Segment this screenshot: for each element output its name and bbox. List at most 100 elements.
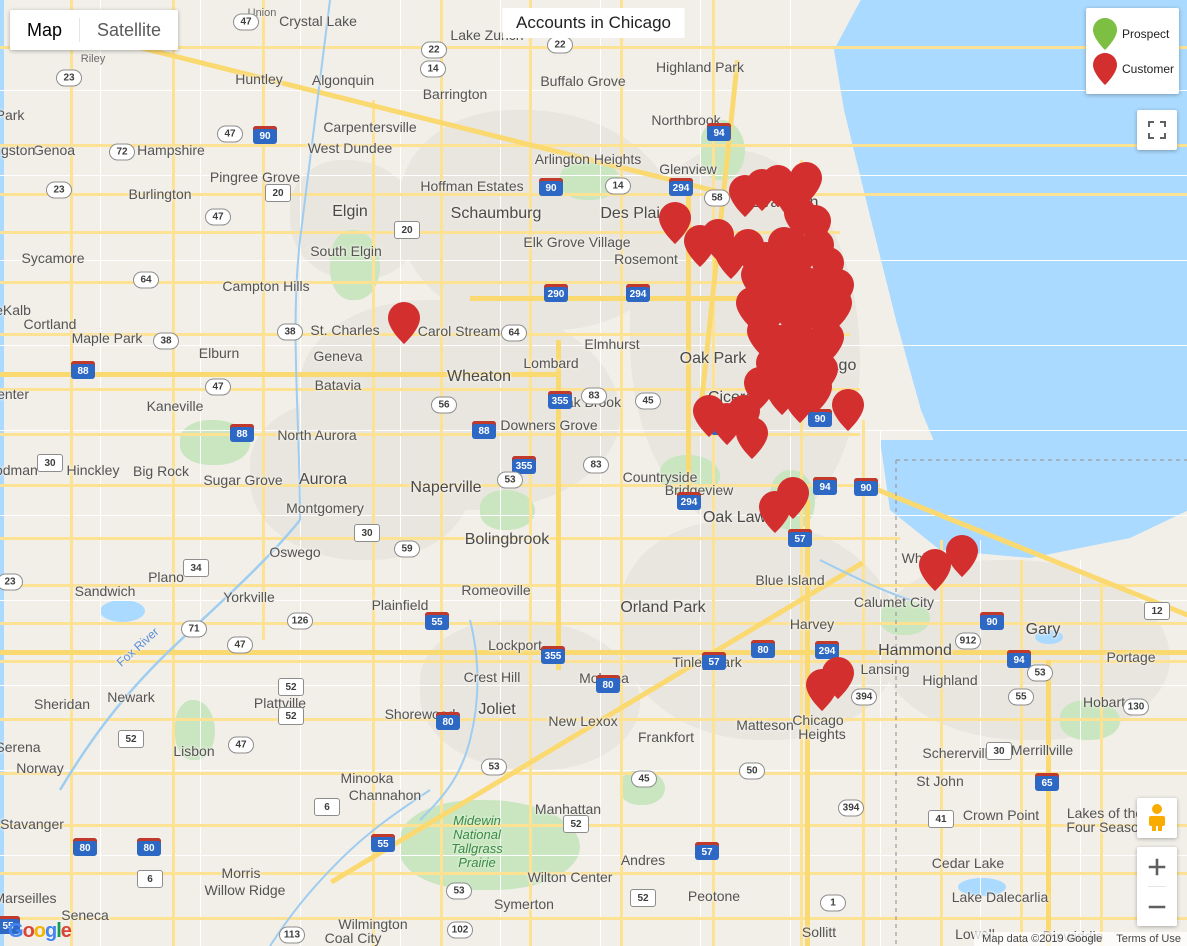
highway-shield-icon: 59 [394,540,420,558]
highway-shield-icon: 94 [1007,650,1031,668]
highway-shield-icon: 47 [228,736,254,754]
highway-shield-icon: 53 [497,471,523,489]
highway-shield-icon: 294 [677,492,701,510]
highway-shield-icon: 394 [838,799,864,817]
highway-shield-icon: 22 [547,36,573,54]
legend-item-prospect: Prospect [1092,16,1169,51]
attribution-bar: Map data ©2019 Google Terms of Use [974,932,1187,946]
highway-shield-icon: 47 [217,125,243,143]
account-marker-customer[interactable] [821,656,855,700]
plus-icon [1148,858,1166,875]
highway-shield-icon: 38 [277,323,303,341]
account-marker-customer[interactable] [387,301,421,345]
pegman-icon [1149,804,1165,831]
highway-shield-icon: 6 [314,798,340,816]
highway-shield-icon: 55 [371,834,395,852]
highway-shield-icon: 30 [986,742,1012,760]
highway-shield-icon: 57 [695,842,719,860]
highway-shield-icon: 90 [854,478,878,496]
google-map[interactable]: Crystal LakeLake ZurichVernon HillsHighl… [0,0,1187,946]
highway-shield-icon: 130 [1123,698,1149,716]
highway-shield-icon: 45 [631,770,657,788]
map-type-control[interactable]: Map Satellite [10,10,179,50]
highway-shield-icon: 47 [205,208,231,226]
highway-shield-icon: 65 [1035,773,1059,791]
map-pin-icon [777,477,809,519]
highway-shield-icon: 1 [820,894,846,912]
highway-shield-icon: 88 [472,421,496,439]
map-pin-icon [822,657,854,699]
highway-shield-icon: 55 [1008,688,1034,706]
highway-shield-icon: 912 [955,632,981,650]
logo-letter-g2: g [45,920,57,942]
highway-shield-icon: 50 [739,762,765,780]
highway-shield-icon: 56 [431,396,457,414]
highway-shield-icon: 22 [421,41,447,59]
map-canvas[interactable]: Crystal LakeLake ZurichVernon HillsHighl… [0,0,1187,946]
highway-shield-icon: 58 [704,189,730,207]
zoom-control[interactable] [1137,847,1177,926]
logo-letter-g: G [8,920,24,942]
fullscreen-button[interactable] [1137,110,1177,150]
highway-shield-icon: 71 [181,620,207,638]
legend-label-prospect: Prospect [1122,26,1170,41]
highway-shield-icon: 80 [596,675,620,693]
highway-shield-icon: 80 [73,838,97,856]
highway-shield-icon: 47 [227,636,253,654]
highway-shield-icon: 90 [980,612,1004,630]
highway-shield-icon: 53 [1027,664,1053,682]
zoom-out-button[interactable] [1137,887,1177,926]
highway-shield-icon: 20 [394,221,420,239]
account-marker-customer[interactable] [785,338,819,382]
map-pin-icon [786,339,818,381]
highway-shield-icon: 94 [707,123,731,141]
map-type-button-map[interactable]: Map [10,10,80,50]
highway-shield-icon: 6 [137,870,163,888]
map-pin-icon [1092,52,1118,86]
highway-shield-icon: 80 [436,712,460,730]
map-legend: Prospect Customer [1086,8,1179,94]
highway-shield-icon: 52 [630,889,656,907]
highway-shield-icon: 14 [605,177,631,195]
fullscreen-icon [1148,121,1166,139]
google-logo: Google [8,920,72,942]
highway-shield-icon: 83 [581,387,607,405]
logo-letter-o2: o [33,920,46,942]
account-marker-customer[interactable] [945,534,979,578]
map-data-attribution: Map data ©2019 Google [982,933,1103,945]
highway-shield-icon: 52 [118,730,144,748]
highway-shield-icon: 88 [71,361,95,379]
highway-shield-icon: 52 [278,707,304,725]
map-pin-icon [388,302,420,344]
highway-shield-icon: 126 [287,612,313,630]
pegman-button[interactable] [1137,798,1177,838]
legend-item-customer: Customer [1092,51,1174,86]
highway-shield-icon: 52 [563,815,589,833]
highway-shield-icon: 113 [279,926,305,944]
account-marker-customer[interactable] [831,388,865,432]
highway-shield-icon: 88 [230,424,254,442]
legend-label-customer: Customer [1122,61,1175,76]
highway-shield-icon: 64 [133,271,159,289]
highway-shield-icon: 45 [635,392,661,410]
map-pin-icon [946,535,978,577]
highway-shield-icon: 294 [669,178,693,196]
highway-shield-icon: 80 [751,640,775,658]
highway-shield-icon: 30 [354,524,380,542]
account-marker-customer[interactable] [776,476,810,520]
highway-shield-icon: 38 [153,332,179,350]
highway-shield-icon: 52 [278,678,304,696]
map-type-button-satellite[interactable]: Satellite [80,10,179,50]
terms-of-use-link[interactable]: Terms of Use [1116,933,1181,945]
page-title: Accounts in Chicago [502,8,685,38]
zoom-in-button[interactable] [1137,847,1177,886]
highway-shield-icon: 14 [420,60,446,78]
highway-shield-icon: 53 [481,758,507,776]
account-marker-customer[interactable] [743,366,777,410]
account-marker-customer[interactable] [735,416,769,460]
map-pin-icon [832,389,864,431]
highway-shield-icon: 294 [626,284,650,302]
highway-shield-icon: 64 [501,324,527,342]
minus-icon [1148,905,1166,908]
highway-shield-icon: 41 [928,810,954,828]
